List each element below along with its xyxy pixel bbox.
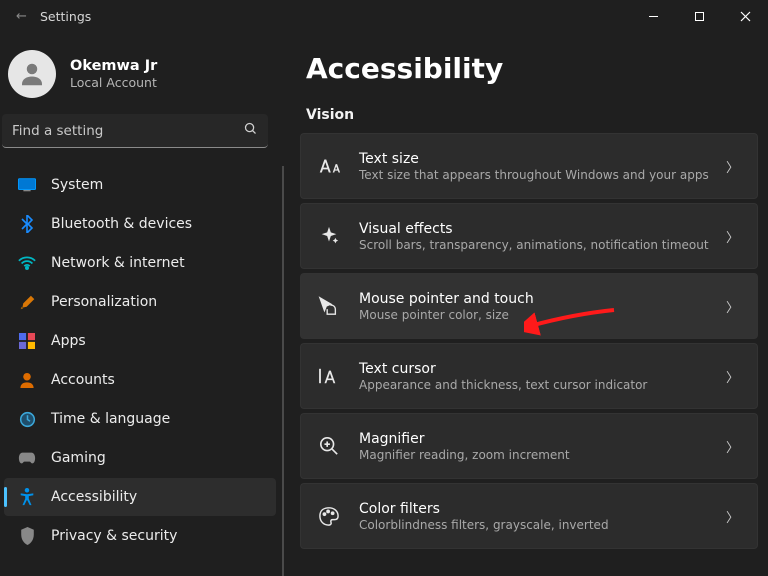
clock-icon	[18, 410, 36, 428]
back-icon[interactable]: ←	[16, 9, 30, 24]
sidebar-item-label: Privacy & security	[51, 528, 177, 544]
card-subtitle: Appearance and thickness, text cursor in…	[359, 378, 710, 392]
pointer-icon	[315, 296, 343, 316]
maximize-button[interactable]	[676, 0, 722, 32]
chevron-right-icon: 〉	[726, 157, 739, 176]
accessibility-icon	[18, 488, 36, 506]
sidebar-item-label: Accounts	[51, 372, 115, 388]
card-visual-effects[interactable]: Visual effects Scroll bars, transparency…	[300, 203, 758, 269]
sidebar-item-label: Apps	[51, 333, 86, 349]
card-subtitle: Colorblindness filters, grayscale, inver…	[359, 518, 710, 532]
sidebar-item-apps[interactable]: Apps	[4, 322, 276, 360]
sidebar-item-bluetooth[interactable]: Bluetooth & devices	[4, 205, 276, 243]
search-placeholder: Find a setting	[12, 123, 243, 139]
page-title: Accessibility	[306, 52, 758, 85]
chevron-right-icon: 〉	[726, 437, 739, 456]
card-title: Visual effects	[359, 221, 710, 237]
window-controls	[630, 0, 768, 32]
card-subtitle: Mouse pointer color, size	[359, 308, 710, 322]
card-text-size[interactable]: Text size Text size that appears through…	[300, 133, 758, 199]
user-name: Okemwa Jr	[70, 58, 157, 74]
card-subtitle: Scroll bars, transparency, animations, n…	[359, 238, 710, 252]
apps-icon	[18, 332, 36, 350]
section-label: Vision	[306, 107, 758, 123]
sidebar-item-label: Accessibility	[51, 489, 137, 505]
card-text-cursor[interactable]: Text cursor Appearance and thickness, te…	[300, 343, 758, 409]
chevron-right-icon: 〉	[726, 507, 739, 526]
user-sub: Local Account	[70, 75, 157, 90]
card-title: Magnifier	[359, 431, 710, 447]
gaming-icon	[18, 449, 36, 467]
card-mouse-pointer[interactable]: Mouse pointer and touch Mouse pointer co…	[300, 273, 758, 339]
bluetooth-icon	[18, 215, 36, 233]
sidebar-item-label: System	[51, 177, 103, 193]
wifi-icon	[18, 254, 36, 272]
sidebar-nav: System Bluetooth & devices Network & int…	[0, 166, 284, 555]
avatar	[8, 50, 56, 98]
card-magnifier[interactable]: Magnifier Magnifier reading, zoom increm…	[300, 413, 758, 479]
system-icon	[18, 176, 36, 194]
sidebar-item-network[interactable]: Network & internet	[4, 244, 276, 282]
sidebar-item-accessibility[interactable]: Accessibility	[4, 478, 276, 516]
search-input[interactable]: Find a setting	[2, 114, 268, 148]
search-icon	[243, 121, 258, 140]
sidebar-item-accounts[interactable]: Accounts	[4, 361, 276, 399]
window-title: Settings	[40, 9, 91, 24]
minimize-button[interactable]	[630, 0, 676, 32]
close-button[interactable]	[722, 0, 768, 32]
brush-icon	[18, 293, 36, 311]
card-title: Mouse pointer and touch	[359, 291, 710, 307]
sidebar-item-label: Gaming	[51, 450, 106, 466]
sidebar-item-label: Time & language	[51, 411, 170, 427]
chevron-right-icon: 〉	[726, 227, 739, 246]
magnifier-icon	[315, 436, 343, 456]
card-title: Text size	[359, 151, 710, 167]
sidebar-item-label: Bluetooth & devices	[51, 216, 192, 232]
shield-icon	[18, 527, 36, 545]
sidebar-item-label: Network & internet	[51, 255, 185, 271]
palette-icon	[315, 506, 343, 526]
user-profile[interactable]: Okemwa Jr Local Account	[0, 32, 284, 112]
card-title: Color filters	[359, 501, 710, 517]
sidebar-item-privacy[interactable]: Privacy & security	[4, 517, 276, 555]
sidebar-item-personalization[interactable]: Personalization	[4, 283, 276, 321]
sidebar-item-label: Personalization	[51, 294, 157, 310]
sidebar-item-time[interactable]: Time & language	[4, 400, 276, 438]
text-size-icon	[315, 157, 343, 175]
chevron-right-icon: 〉	[726, 297, 739, 316]
sidebar-item-system[interactable]: System	[4, 166, 276, 204]
card-title: Text cursor	[359, 361, 710, 377]
chevron-right-icon: 〉	[726, 367, 739, 386]
card-subtitle: Text size that appears throughout Window…	[359, 168, 710, 182]
sidebar-item-gaming[interactable]: Gaming	[4, 439, 276, 477]
sparkle-icon	[315, 225, 343, 247]
card-subtitle: Magnifier reading, zoom increment	[359, 448, 710, 462]
text-cursor-icon	[315, 367, 343, 385]
person-icon	[18, 371, 36, 389]
card-color-filters[interactable]: Color filters Colorblindness filters, gr…	[300, 483, 758, 549]
